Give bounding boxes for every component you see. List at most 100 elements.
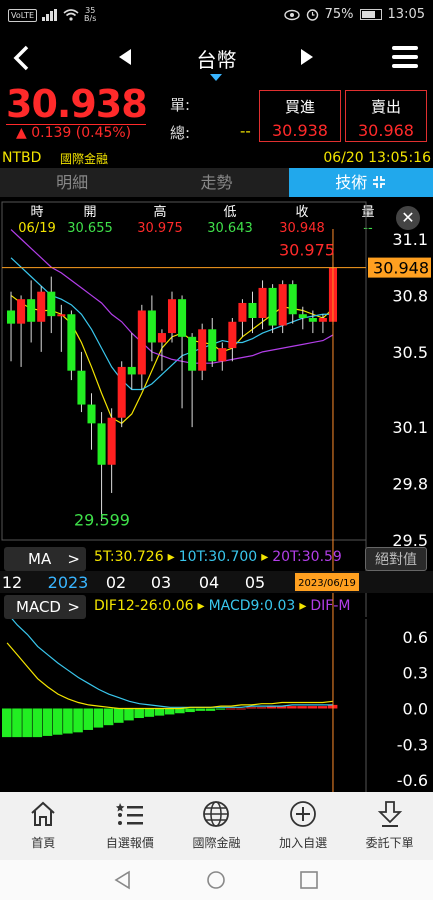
candle-body [107,417,116,465]
candle-body [218,348,227,362]
nav-order[interactable]: 委託下單 [346,792,433,860]
nav-add-watchlist[interactable]: 加入自選 [260,792,347,860]
macd-histogram-bar [144,708,155,717]
ohlc-header: 量 [361,205,374,220]
macd-tick-label: 0.0 [403,699,428,718]
macd-histogram-bar [317,706,328,709]
candle-body [228,321,237,349]
nav-home[interactable]: 首頁 [0,792,87,860]
candle-body [7,310,16,324]
candle-body [117,366,126,418]
ma-10t-value: 10T:30.700 [178,549,258,565]
nav-watchlist[interactable]: 自選報價 [87,792,174,860]
macd-histogram-bar [307,706,318,709]
cursor-date-label: 2023/06/19 [298,578,356,589]
macd-histogram-bar [226,708,236,710]
collapse-icon [373,176,386,188]
macd-signal-value: MACD9:0.03 [208,598,296,614]
macd-tick-label: 0.6 [403,628,428,647]
macd-histogram-bar [12,708,22,738]
macd-histogram-bar [195,708,206,711]
price-tick-label: 30.5 [392,343,428,362]
tab-technical[interactable]: 技術 [288,168,433,197]
bid-value: 30.938 [272,121,328,140]
ask-value: 30.968 [358,121,414,140]
macd-histogram-bar [246,707,256,709]
sys-home-icon[interactable] [206,870,226,890]
macd-histogram-bar [154,708,165,716]
macd-histogram-bar [22,708,32,738]
price-tick-label: 30.1 [392,418,428,437]
tab-details[interactable]: 明細 [0,168,144,197]
prev-icon[interactable] [118,48,132,66]
macd-histogram-bar [52,708,63,735]
sys-recent-icon[interactable] [299,870,319,890]
ticker-symbol: NTBD [2,150,42,166]
cursor-price-label: 30.948 [373,259,429,278]
ohlc-header: 收 [295,205,308,220]
candle-body [167,299,177,334]
next-icon[interactable] [300,48,314,66]
absolute-value-toggle[interactable]: 絕對值 [365,547,427,571]
candle-body [188,336,197,371]
candle-body [137,310,146,375]
alarm-icon [306,9,318,21]
candle-body [127,366,136,375]
technical-chart[interactable]: 時06/19開30.655高30.975低30.643收30.948量-- 30… [0,197,433,792]
ask-box[interactable]: 賣出 30.968 [345,90,427,142]
macd-histogram-bar [42,708,53,736]
high-price-label: 30.975 [279,241,335,260]
candle-body [37,291,46,322]
date-tick-label: 03 [151,573,171,592]
macd-selector[interactable]: MACD > [4,595,86,619]
ohlc-header: 開 [83,205,96,220]
menu-icon[interactable] [392,44,418,70]
price-change: ▲ 0.139 (0.45%) [16,125,132,141]
candle-body [198,329,207,371]
sys-back-icon[interactable] [113,870,133,890]
date-tick-label: 04 [199,573,219,592]
last-price: 30.938 [6,82,148,126]
nav-international[interactable]: 國際金融 [173,792,260,860]
volte-indicator: VoLTE [8,8,38,22]
ohlc-value: 30.948 [279,221,325,236]
macd-histogram-bar [83,708,94,730]
ma-values: 5T:30.726 ▸ 10T:30.700 ▸ 20T:30.59 [94,549,342,565]
macd-dif-value: DIF12-26:0.06 [94,598,194,614]
clock: 13:05 [387,7,425,22]
macd-histogram-bar [215,708,226,710]
candle-body [208,329,217,362]
macd-histogram-bar [297,706,307,709]
price-tick-label: 30.8 [392,286,428,305]
macd-tick-label: 0.3 [403,664,428,683]
back-icon[interactable] [10,44,32,72]
title-dropdown-icon[interactable] [210,74,222,81]
candle-body [258,287,267,319]
macd-histogram-bar [2,708,12,738]
page-title[interactable]: 台幣 [150,44,283,73]
candle-body [288,284,297,315]
candle-body [178,299,187,337]
macd-histogram-bar [287,706,297,709]
candle-body [298,314,307,319]
wifi-icon [63,9,79,21]
candle-body [268,287,277,326]
unit-label: 單: [170,96,191,114]
signal-icon [42,9,58,21]
status-bar: VoLTE 35 B/s 75% 13:05 [0,0,433,30]
bottom-nav: 首頁 自選報價 國際金融 加入自選 委託下單 [0,792,433,860]
low-price-label: 29.599 [74,510,130,529]
watchlist-icon [115,803,143,825]
candle-body [157,333,166,343]
ohlc-header: 高 [153,204,166,220]
battery-icon [359,9,382,20]
candle-body [47,291,56,317]
bid-box[interactable]: 買進 30.938 [259,90,341,142]
ohlc-value: 30.655 [67,221,113,236]
close-ohlc-icon[interactable]: ✕ [396,206,420,230]
ma-selector[interactable]: MA > [4,547,86,571]
system-nav [0,860,433,900]
candle-body [67,314,76,371]
tab-trend[interactable]: 走勢 [144,168,288,197]
view-tabs: 明細 走勢 技術 [0,168,433,197]
